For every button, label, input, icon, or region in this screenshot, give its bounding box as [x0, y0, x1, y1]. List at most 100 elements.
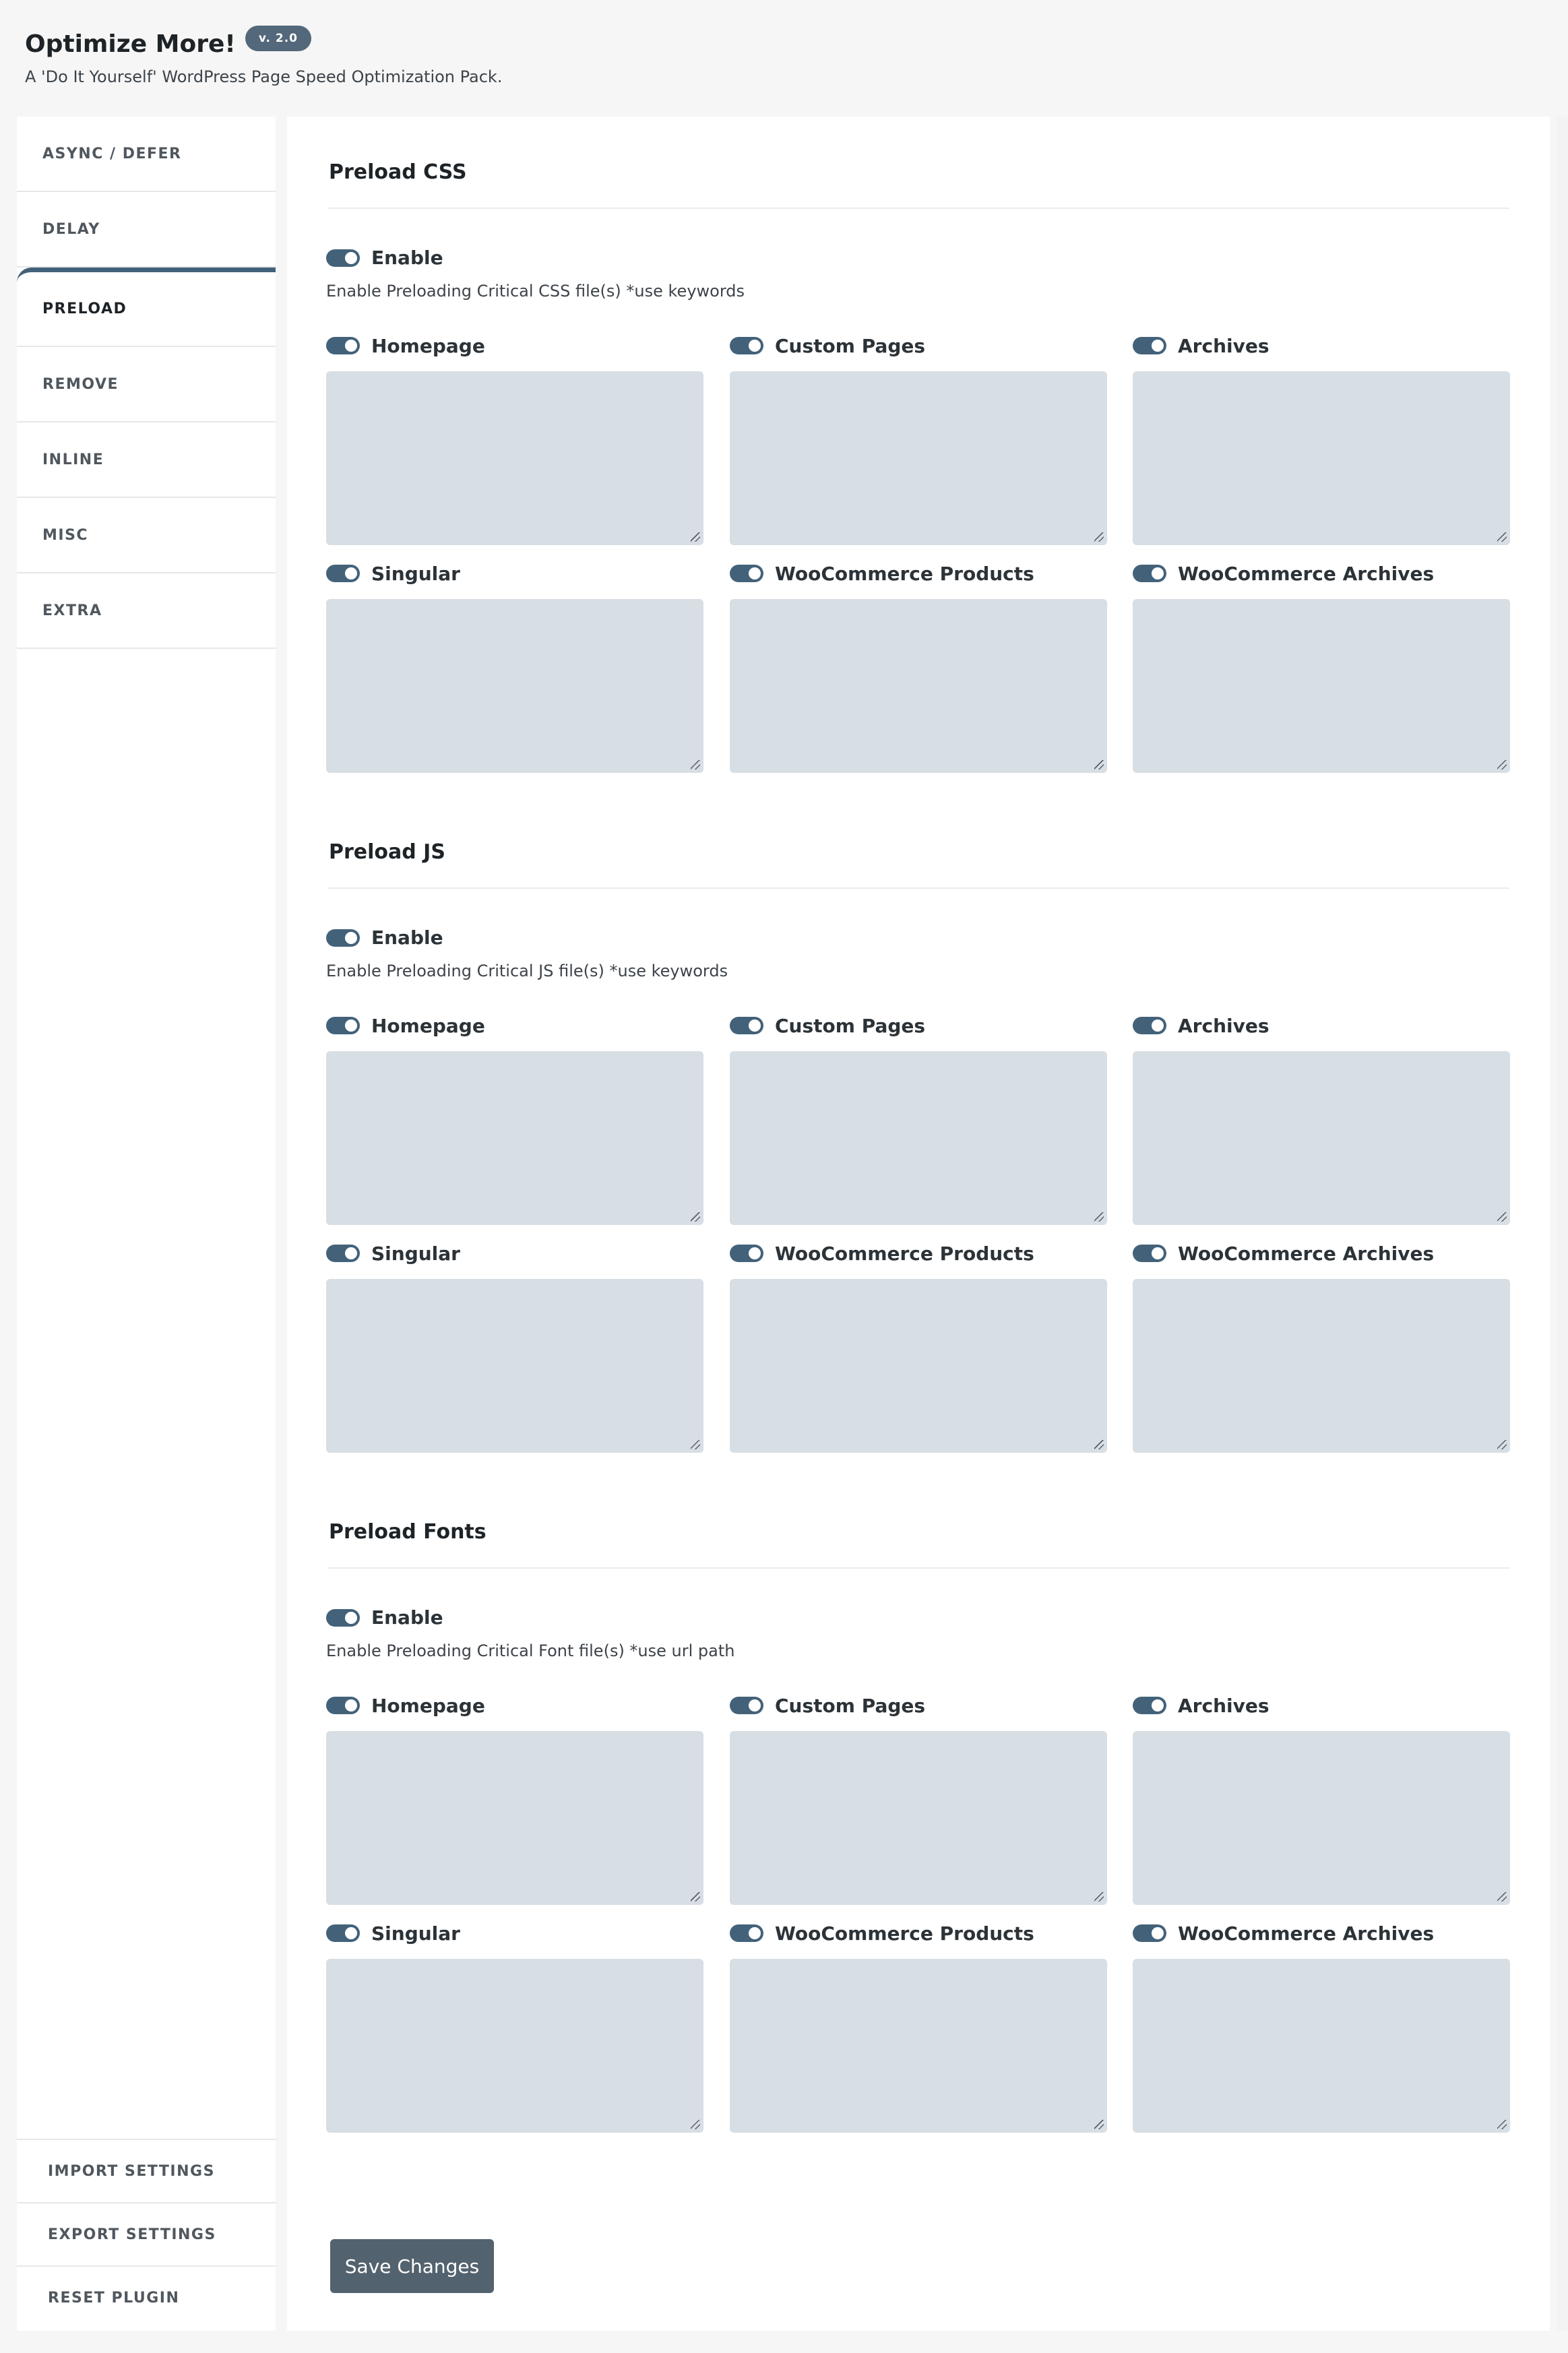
custom-pages-textarea[interactable]: [730, 1731, 1107, 1905]
enable-toggle[interactable]: [326, 249, 360, 267]
custom-pages-textarea[interactable]: [730, 1051, 1107, 1225]
field-archives: Archives: [1133, 332, 1510, 545]
field-homepage: Homepage: [326, 1012, 703, 1225]
custom-pages-textarea[interactable]: [730, 371, 1107, 545]
scrollbar-track[interactable]: [1557, 117, 1568, 2331]
section-divider: [327, 887, 1509, 889]
woocommerce-products-toggle[interactable]: [730, 1924, 763, 1942]
custom-pages-toggle[interactable]: [730, 337, 763, 354]
sidebar-item-inline[interactable]: INLINE: [17, 422, 276, 498]
homepage-toggle[interactable]: [326, 337, 360, 354]
resize-grip-icon[interactable]: [1497, 1212, 1507, 1222]
archives-toggle[interactable]: [1133, 1697, 1166, 1714]
toggle-knob: [345, 1927, 357, 1939]
import-settings-button[interactable]: IMPORT SETTINGS: [17, 2139, 276, 2202]
resize-grip-icon[interactable]: [1497, 1440, 1507, 1449]
resize-grip-icon[interactable]: [1094, 760, 1104, 770]
enable-label: Enable: [371, 247, 443, 269]
singular-textarea[interactable]: [326, 1959, 703, 2133]
woocommerce-products-toggle[interactable]: [730, 1245, 763, 1262]
field-label: Custom Pages: [775, 1694, 926, 1717]
enable-toggle[interactable]: [326, 1608, 360, 1627]
resize-grip-icon[interactable]: [691, 1892, 700, 1902]
app-subtitle: A 'Do It Yourself' WordPress Page Speed …: [25, 67, 503, 86]
sidebar-item-extra[interactable]: EXTRA: [17, 573, 276, 649]
singular-textarea[interactable]: [326, 1279, 703, 1453]
toggle-knob: [345, 251, 357, 264]
homepage-toggle[interactable]: [326, 1697, 360, 1714]
enable-toggle[interactable]: [326, 929, 360, 947]
resize-grip-icon[interactable]: [1094, 1440, 1104, 1449]
archives-toggle[interactable]: [1133, 1017, 1166, 1034]
field-singular: Singular: [326, 1920, 703, 2133]
sidebar-item-preload[interactable]: PRELOAD: [17, 268, 276, 347]
resize-grip-icon[interactable]: [1497, 760, 1507, 770]
resize-grip-icon[interactable]: [691, 1440, 700, 1449]
field-homepage: Homepage: [326, 332, 703, 545]
export-settings-button[interactable]: EXPORT SETTINGS: [17, 2202, 276, 2265]
sidebar-item-remove[interactable]: REMOVE: [17, 347, 276, 422]
homepage-textarea[interactable]: [326, 371, 703, 545]
resize-grip-icon[interactable]: [1094, 1212, 1104, 1222]
resize-grip-icon[interactable]: [1497, 1892, 1507, 1902]
singular-toggle[interactable]: [326, 1924, 360, 1942]
field-label: Homepage: [371, 1014, 485, 1037]
resize-grip-icon[interactable]: [691, 1212, 700, 1222]
toggle-knob: [345, 1019, 357, 1032]
reset-plugin-button[interactable]: RESET PLUGIN: [17, 2265, 276, 2329]
resize-grip-icon[interactable]: [1094, 532, 1104, 542]
woocommerce-archives-textarea[interactable]: [1133, 1279, 1510, 1453]
field-label: WooCommerce Products: [775, 1922, 1034, 1945]
field-label: Singular: [371, 562, 460, 585]
woocommerce-archives-toggle[interactable]: [1133, 565, 1166, 582]
resize-grip-icon[interactable]: [1094, 1892, 1104, 1902]
resize-grip-icon[interactable]: [691, 760, 700, 770]
woocommerce-products-toggle[interactable]: [730, 565, 763, 582]
homepage-toggle[interactable]: [326, 1017, 360, 1034]
field-label: Archives: [1178, 334, 1269, 357]
singular-textarea[interactable]: [326, 599, 703, 773]
sidebar-item-async-defer[interactable]: ASYNC / DEFER: [17, 117, 276, 192]
woocommerce-products-textarea[interactable]: [730, 599, 1107, 773]
settings-page: Optimize More! v. 2.0 A 'Do It Yourself'…: [0, 0, 1568, 2353]
woocommerce-archives-textarea[interactable]: [1133, 1959, 1510, 2133]
toggle-knob: [345, 1611, 357, 1624]
field-label: WooCommerce Products: [775, 562, 1034, 585]
homepage-textarea[interactable]: [326, 1051, 703, 1225]
resize-grip-icon[interactable]: [691, 532, 700, 542]
field-label: WooCommerce Products: [775, 1242, 1034, 1265]
homepage-textarea[interactable]: [326, 1731, 703, 1905]
singular-toggle[interactable]: [326, 565, 360, 582]
section-divider: [327, 208, 1509, 209]
sidebar-item-delay[interactable]: DELAY: [17, 192, 276, 268]
toggle-knob: [749, 340, 761, 352]
archives-textarea[interactable]: [1133, 1051, 1510, 1225]
enable-row: Enable: [326, 1606, 443, 1629]
field-label: Custom Pages: [775, 1014, 926, 1037]
field-label: Archives: [1178, 1014, 1269, 1037]
woocommerce-products-textarea[interactable]: [730, 1279, 1107, 1453]
woocommerce-archives-textarea[interactable]: [1133, 599, 1510, 773]
woocommerce-archives-toggle[interactable]: [1133, 1924, 1166, 1942]
archives-textarea[interactable]: [1133, 1731, 1510, 1905]
woocommerce-archives-toggle[interactable]: [1133, 1245, 1166, 1262]
resize-grip-icon[interactable]: [1497, 532, 1507, 542]
resize-grip-icon[interactable]: [691, 2120, 700, 2129]
custom-pages-toggle[interactable]: [730, 1697, 763, 1714]
woocommerce-products-textarea[interactable]: [730, 1959, 1107, 2133]
app-title: Optimize More!: [25, 30, 236, 58]
field-woocommerce-archives: WooCommerce Archives: [1133, 1240, 1510, 1453]
toggle-knob: [345, 1699, 357, 1712]
archives-toggle[interactable]: [1133, 337, 1166, 354]
resize-grip-icon[interactable]: [1497, 2120, 1507, 2129]
enable-description: Enable Preloading Critical JS file(s) *u…: [326, 962, 728, 980]
sidebar-item-misc[interactable]: MISC: [17, 498, 276, 573]
resize-grip-icon[interactable]: [1094, 2120, 1104, 2129]
toggle-knob: [1152, 1927, 1164, 1939]
archives-textarea[interactable]: [1133, 371, 1510, 545]
custom-pages-toggle[interactable]: [730, 1017, 763, 1034]
enable-label: Enable: [371, 1606, 443, 1629]
save-changes-button[interactable]: Save Changes: [330, 2239, 494, 2293]
field-custom-pages: Custom Pages: [730, 332, 1107, 545]
singular-toggle[interactable]: [326, 1245, 360, 1262]
